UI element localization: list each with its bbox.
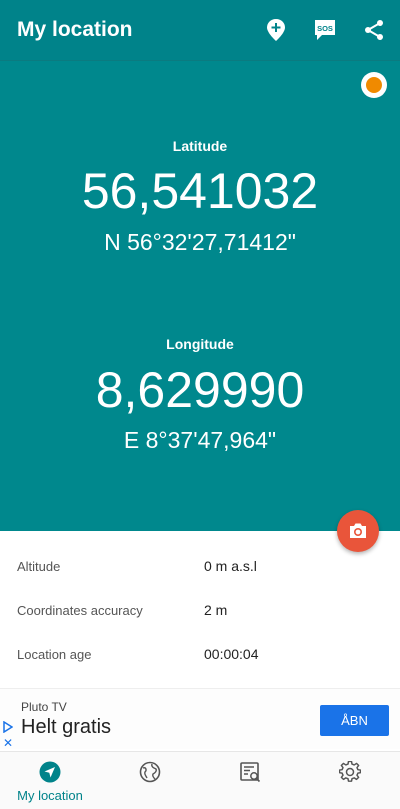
- app-screen: My location SOS Latitude 56,541032 N 56°…: [0, 0, 400, 809]
- camera-icon: [350, 523, 366, 538]
- share-icon: [365, 20, 383, 40]
- location-age-value: 00:00:04: [204, 646, 259, 662]
- add-location-button[interactable]: [264, 18, 288, 42]
- detail-row-location-age: Location age 00:00:04: [0, 633, 400, 677]
- bottom-navigation: My location: [0, 751, 400, 809]
- altitude-label: Altitude: [17, 559, 61, 574]
- nav-item-my-location[interactable]: My location: [0, 752, 100, 809]
- ad-open-button[interactable]: ÅBN: [320, 705, 389, 736]
- ad-banner[interactable]: ✕ Pluto TV Helt gratis ÅBN: [0, 688, 400, 749]
- latitude-decimal: 56,541032: [81, 163, 319, 219]
- longitude-dms: E 8°37'47,964": [123, 427, 277, 453]
- nav-item-history[interactable]: [200, 752, 300, 809]
- detail-row-altitude: Altitude 0 m a.s.l: [0, 545, 400, 589]
- detail-row-accuracy: Coordinates accuracy 2 m: [0, 589, 400, 633]
- page-title: My location: [17, 18, 133, 41]
- gear-icon: [339, 761, 361, 782]
- ad-headline: Helt gratis: [21, 716, 112, 738]
- altitude-value: 0 m a.s.l: [204, 558, 257, 574]
- globe-icon: [139, 761, 161, 783]
- ad-close-icon[interactable]: ✕: [3, 737, 13, 749]
- toolbar-actions: SOS: [240, 18, 386, 42]
- list-search-icon: [240, 762, 261, 783]
- coordinates-panel: Latitude 56,541032 N 56°32'27,71412" Lon…: [0, 60, 400, 531]
- accuracy-value: 2 m: [204, 602, 228, 618]
- sos-label: SOS: [317, 24, 333, 33]
- ad-sponsor: Pluto TV: [21, 700, 67, 714]
- nav-item-map[interactable]: [100, 752, 200, 809]
- latitude-label: Latitude: [172, 138, 228, 154]
- navigation-icon: [39, 761, 61, 783]
- sos-button[interactable]: SOS: [312, 18, 338, 42]
- top-app-bar: My location SOS: [0, 0, 400, 60]
- location-age-label: Location age: [17, 647, 92, 662]
- nav-item-settings[interactable]: [300, 752, 400, 809]
- longitude-label: Longitude: [166, 336, 234, 352]
- gps-status-dot: [366, 77, 382, 93]
- location-details: Altitude 0 m a.s.l Coordinates accuracy …: [0, 545, 400, 677]
- nav-item-label: My location: [17, 788, 83, 803]
- add-location-icon: [267, 19, 285, 41]
- accuracy-label: Coordinates accuracy: [17, 603, 143, 618]
- latitude-dms: N 56°32'27,71412": [104, 229, 296, 255]
- sos-icon: SOS: [315, 20, 335, 40]
- ad-choices-icon[interactable]: [3, 721, 13, 733]
- gps-status-indicator[interactable]: [361, 72, 387, 98]
- share-button[interactable]: [362, 18, 386, 42]
- longitude-decimal: 8,629990: [95, 362, 305, 418]
